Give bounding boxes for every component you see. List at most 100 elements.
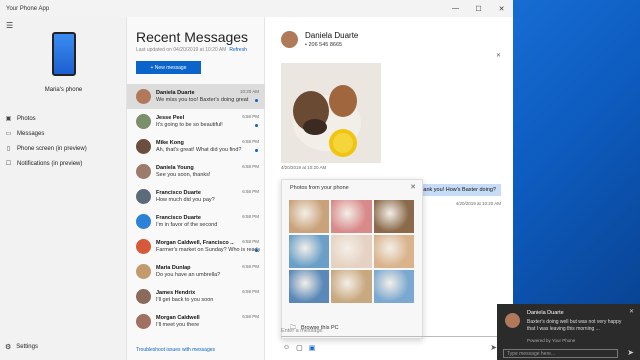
- gear-icon: ⚙: [5, 344, 12, 351]
- photo-thumbnail[interactable]: [289, 200, 330, 233]
- composer-toolbar: ☺ ▢ ▣: [283, 344, 315, 352]
- conversation-text: Morgan Caldwell I'll meet you there: [156, 315, 256, 328]
- minimize-button[interactable]: —: [444, 0, 467, 17]
- your-phone-window: Your Phone App — ☐ ✕ ☰ Maria's phone ▣ P…: [0, 0, 513, 360]
- phone-illustration: [52, 32, 76, 76]
- new-message-button[interactable]: + New message: [136, 61, 201, 74]
- photo-thumbnail[interactable]: [331, 270, 372, 303]
- conversation-preview: Ah, that's great! What did you find?: [156, 147, 242, 153]
- list-item[interactable]: James Hendrix I'll get back to you soon 6:…: [127, 284, 265, 309]
- list-item[interactable]: Morgan Caldwell I'll meet you there 6:58 P…: [127, 309, 265, 334]
- close-button[interactable]: ✕: [490, 0, 513, 17]
- list-item[interactable]: Francisco Duarte I'm in favor of the seco…: [127, 209, 265, 234]
- sidebar-nav: ▣ Photos ▭ Messages ▯ Phone screen (in p…: [0, 111, 127, 171]
- conversation-time: 6:58 PM: [242, 114, 259, 119]
- list-item[interactable]: Mike Kong Ah, that's great! What did you …: [127, 134, 265, 159]
- window-controls: — ☐ ✕: [444, 0, 513, 17]
- conversation-time: 6:58 PM: [242, 314, 259, 319]
- list-item[interactable]: Maria Dunlap Do you have an umbrella? 6:58…: [127, 259, 265, 284]
- photos-icon: ▣: [5, 116, 12, 122]
- troubleshoot-link[interactable]: Troubleshoot issues with messages: [136, 347, 215, 353]
- photo-thumbnail[interactable]: [373, 235, 414, 268]
- photo-thumbnail[interactable]: [373, 270, 414, 303]
- avatar: [136, 214, 151, 229]
- hamburger-menu-icon[interactable]: ☰: [6, 21, 13, 30]
- close-conversation-icon[interactable]: ✕: [496, 52, 501, 59]
- messages-icon: ▭: [5, 131, 12, 137]
- photo-thumbnail[interactable]: [373, 200, 414, 233]
- sidebar-item-notifications[interactable]: ☐ Notifications (in preview): [0, 156, 127, 171]
- conversation-preview: Do you have an umbrella?: [156, 272, 221, 278]
- conversation-text: Maria Dunlap Do you have an umbrella?: [156, 265, 256, 278]
- close-icon[interactable]: ✕: [629, 308, 634, 315]
- message-photo[interactable]: [281, 63, 381, 163]
- last-updated-text: Last updated on 04/20/2019 at 10:20 AM: [136, 47, 227, 53]
- conversation-text: Daniela Young See you soon, thanks!: [156, 165, 256, 178]
- toast-message: Baxter's doing well but was not very hap…: [527, 319, 622, 332]
- send-icon[interactable]: ➤: [490, 343, 497, 352]
- conversation-preview: I'll meet you there: [156, 322, 200, 328]
- avatar: [136, 314, 151, 329]
- conversation-preview: How much did you pay?: [156, 197, 215, 203]
- refresh-link[interactable]: Refresh: [229, 47, 247, 53]
- photo-grid: [289, 200, 414, 303]
- conversation-text: Mike Kong Ah, that's great! What did you …: [156, 140, 256, 153]
- conversation-preview: See you soon, thanks!: [156, 172, 211, 178]
- conversation-time: 10:20 AM: [239, 89, 259, 94]
- sidebar-item-phone-screen[interactable]: ▯ Phone screen (in preview): [0, 141, 127, 156]
- sidebar-item-messages[interactable]: ▭ Messages: [0, 126, 127, 141]
- conversation-time: 6:58 PM: [242, 239, 259, 244]
- photo-thumbnail[interactable]: [331, 235, 372, 268]
- list-item[interactable]: Daniela Young See you soon, thanks! 6:58 P…: [127, 159, 265, 184]
- photo-thumbnail[interactable]: [331, 200, 372, 233]
- contact-name: Daniela Duarte: [305, 31, 359, 40]
- avatar: [281, 31, 298, 48]
- conversation-name: Maria Dunlap: [156, 265, 191, 271]
- notifications-icon: ☐: [5, 161, 12, 167]
- list-item[interactable]: Jesse Peel It's going to be so beautiful!…: [127, 109, 265, 134]
- gif-icon[interactable]: ▢: [296, 344, 303, 352]
- list-item[interactable]: Daniela Duarte We miss you too! Baxter's …: [127, 84, 265, 109]
- image-icon[interactable]: ▣: [309, 344, 316, 352]
- conversation-preview: We miss you too! Baxter's doing great: [156, 97, 249, 103]
- send-icon[interactable]: ➤: [627, 348, 634, 357]
- conversation-time: 6:58 PM: [242, 214, 259, 219]
- emoji-icon[interactable]: ☺: [283, 344, 290, 352]
- maximize-button[interactable]: ☐: [467, 0, 490, 17]
- list-item[interactable]: Francisco Duarte How much did you pay? 6:5…: [127, 184, 265, 209]
- conversation-preview: I'll get back to you soon: [156, 297, 214, 303]
- message-list-pane: Recent Messages Last updated on 04/20/20…: [127, 17, 265, 360]
- list-item[interactable]: Morgan Caldwell, Francisco ... Farmer's m…: [127, 234, 265, 259]
- avatar: [136, 139, 151, 154]
- toast-reply-input[interactable]: Type message here...: [503, 349, 618, 358]
- photo-picker-title: Photos from your phone: [290, 185, 349, 191]
- conversation-pane: Daniela Duarte • 206 545 8665 ✕ 4/20/201…: [265, 17, 513, 360]
- conversation-preview: I'm in favor of the second: [156, 222, 218, 228]
- conversation-name: Francisco Duarte: [156, 215, 201, 221]
- photo-thumbnail[interactable]: [289, 270, 330, 303]
- unread-indicator: [255, 149, 258, 152]
- title-bar: Your Phone App — ☐ ✕: [0, 0, 513, 17]
- sidebar-item-label: Notifications (in preview): [17, 160, 83, 167]
- unread-indicator: [255, 99, 258, 102]
- close-icon[interactable]: ✕: [410, 183, 416, 191]
- avatar: [136, 164, 151, 179]
- message-input[interactable]: Enter a message: [281, 325, 501, 337]
- photo-picker-popup: Photos from your phone ✕ 🗀 Browse this P…: [281, 179, 423, 339]
- dog-photo-image: [281, 63, 381, 163]
- conversation-text: James Hendrix I'll get back to you soon: [156, 290, 256, 303]
- avatar: [136, 189, 151, 204]
- conversation-name: Daniela Duarte: [156, 90, 195, 96]
- conversation-name: Daniela Young: [156, 165, 194, 171]
- avatar: [136, 239, 151, 254]
- avatar: [136, 89, 151, 104]
- outgoing-timestamp: 4/20/2019 at 10:20 AM: [455, 201, 501, 206]
- settings-button[interactable]: ⚙ Settings: [5, 343, 38, 351]
- avatar: [136, 114, 151, 129]
- last-updated: Last updated on 04/20/2019 at 10:20 AM Re…: [136, 47, 247, 53]
- sidebar-item-label: Messages: [17, 130, 45, 137]
- photo-thumbnail[interactable]: [289, 235, 330, 268]
- unread-indicator: [255, 249, 258, 252]
- conversation-text: Morgan Caldwell, Francisco ... Farmer's m…: [156, 240, 260, 253]
- sidebar-item-photos[interactable]: ▣ Photos: [0, 111, 127, 126]
